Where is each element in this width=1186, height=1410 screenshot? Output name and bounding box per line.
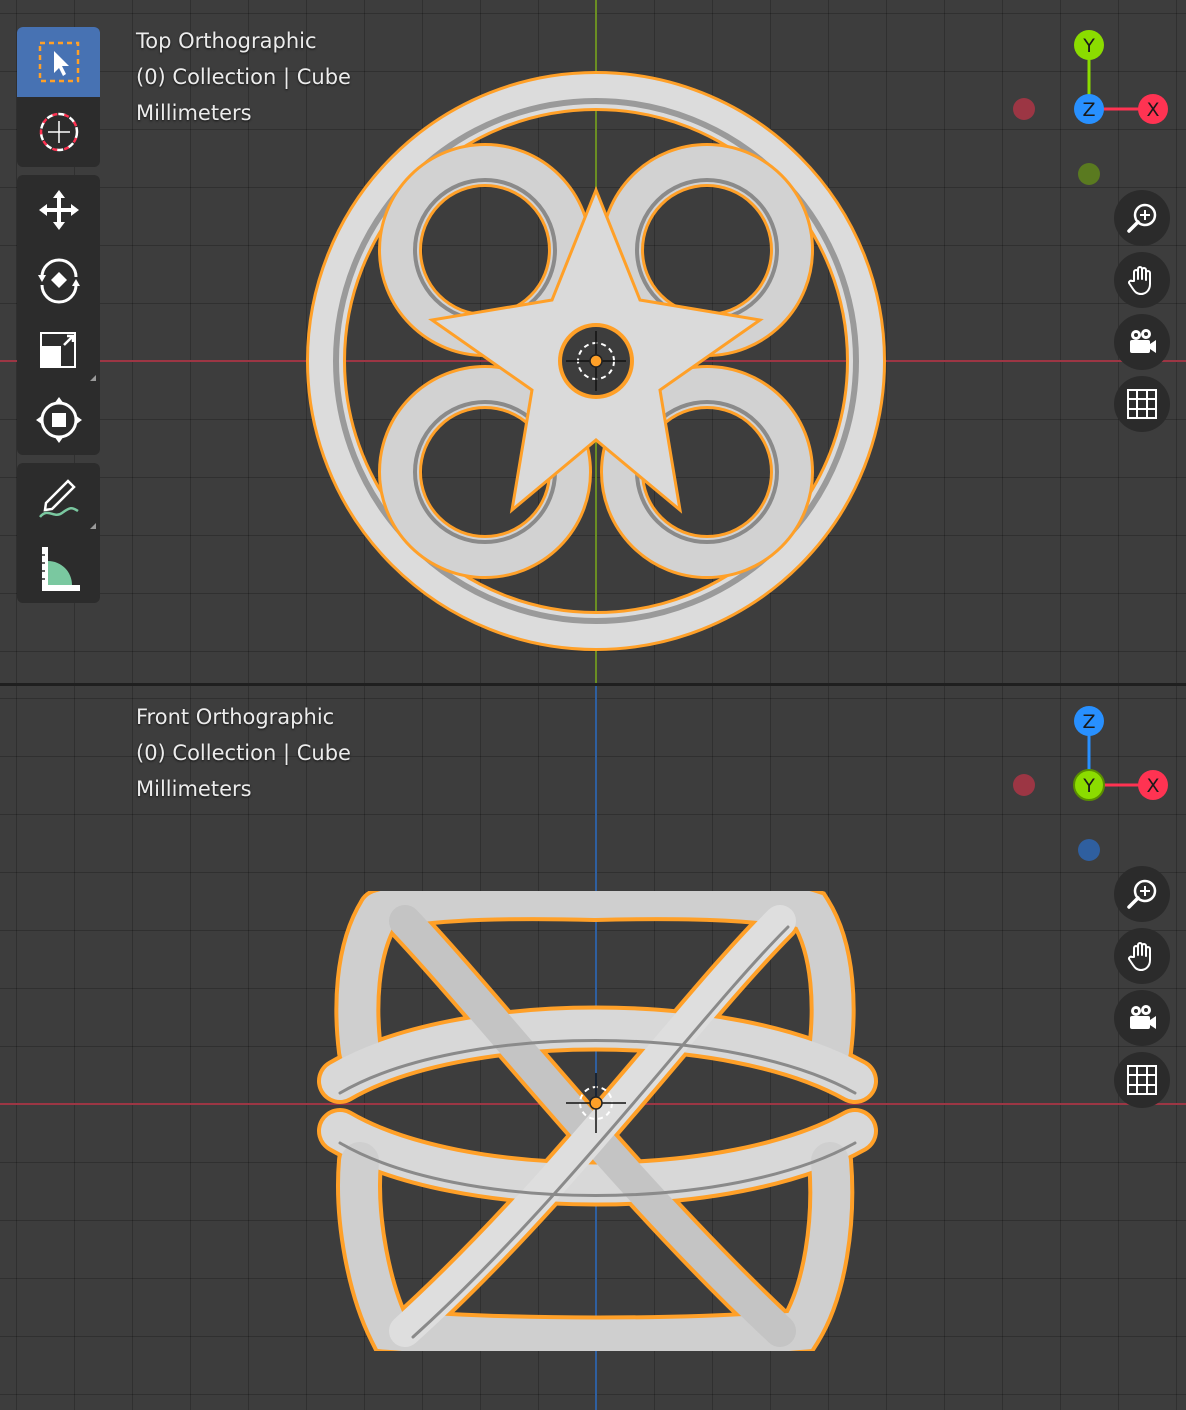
collection-info: (0) Collection | Cube <box>136 741 351 765</box>
top-orthographic-viewport[interactable]: Top Orthographic (0) Collection | Cube M… <box>0 0 1186 683</box>
measure-tool[interactable] <box>17 533 100 603</box>
svg-text:Y: Y <box>1082 775 1095 797</box>
tool-shelf <box>17 27 100 611</box>
select-box-icon <box>38 41 79 83</box>
camera-icon <box>1130 1005 1156 1029</box>
move-tool[interactable] <box>17 175 100 245</box>
axis-gizmo-top[interactable]: Y X Z <box>1000 25 1186 185</box>
units-label: Millimeters <box>136 777 252 801</box>
zoom-button[interactable] <box>1114 866 1170 922</box>
navigation-controls-front <box>1114 866 1170 1114</box>
transform-icon <box>35 397 82 443</box>
neg-x-axis-dot <box>1013 98 1035 120</box>
projection-toggle-button[interactable] <box>1114 376 1170 432</box>
camera-view-button[interactable] <box>1114 314 1170 370</box>
view-name: Top Orthographic <box>136 29 317 53</box>
move-icon <box>38 190 79 230</box>
pan-button[interactable] <box>1114 928 1170 984</box>
annotate-tool[interactable] <box>17 463 100 533</box>
measure-ruler-icon <box>41 547 80 591</box>
pan-button[interactable] <box>1114 252 1170 308</box>
svg-text:X: X <box>1146 99 1159 121</box>
axis-gizmo-front[interactable]: Z X Y <box>1000 701 1186 861</box>
transform-tool[interactable] <box>17 385 100 455</box>
front-orthographic-viewport[interactable]: Front Orthographic (0) Collection | Cube… <box>0 686 1186 1410</box>
cube-object-front-view[interactable] <box>310 891 880 1351</box>
grid-icon <box>1127 1065 1157 1095</box>
navigation-controls-top <box>1114 190 1170 438</box>
annotate-pencil-icon <box>38 479 79 518</box>
zoom-button[interactable] <box>1114 190 1170 246</box>
svg-text:Z: Z <box>1082 711 1095 733</box>
pan-hand-icon <box>1128 266 1151 295</box>
camera-icon <box>1130 329 1156 353</box>
cursor-icon <box>39 112 78 152</box>
neg-x-axis-dot <box>1013 774 1035 796</box>
svg-text:X: X <box>1146 775 1159 797</box>
grid-icon <box>1127 389 1157 419</box>
cube-object-top-view[interactable] <box>300 70 890 660</box>
zoom-icon <box>1127 203 1157 233</box>
scale-tool[interactable] <box>17 315 100 385</box>
cursor-tool[interactable] <box>17 97 100 167</box>
scale-icon <box>39 332 76 368</box>
select-tool-group <box>17 27 100 167</box>
view-name: Front Orthographic <box>136 705 335 729</box>
transform-tool-group <box>17 175 100 455</box>
rotate-tool[interactable] <box>17 245 100 315</box>
svg-text:Z: Z <box>1082 99 1095 121</box>
annotate-tool-group <box>17 463 100 603</box>
projection-toggle-button[interactable] <box>1114 1052 1170 1108</box>
rotate-icon <box>37 258 80 304</box>
svg-text:Y: Y <box>1082 35 1095 57</box>
neg-y-axis-dot <box>1078 163 1100 185</box>
neg-z-axis-dot <box>1078 839 1100 861</box>
pan-hand-icon <box>1128 942 1151 971</box>
camera-view-button[interactable] <box>1114 990 1170 1046</box>
select-box-tool[interactable] <box>17 27 100 97</box>
viewport-info: Front Orthographic (0) Collection | Cube… <box>136 699 351 807</box>
zoom-icon <box>1127 879 1157 909</box>
